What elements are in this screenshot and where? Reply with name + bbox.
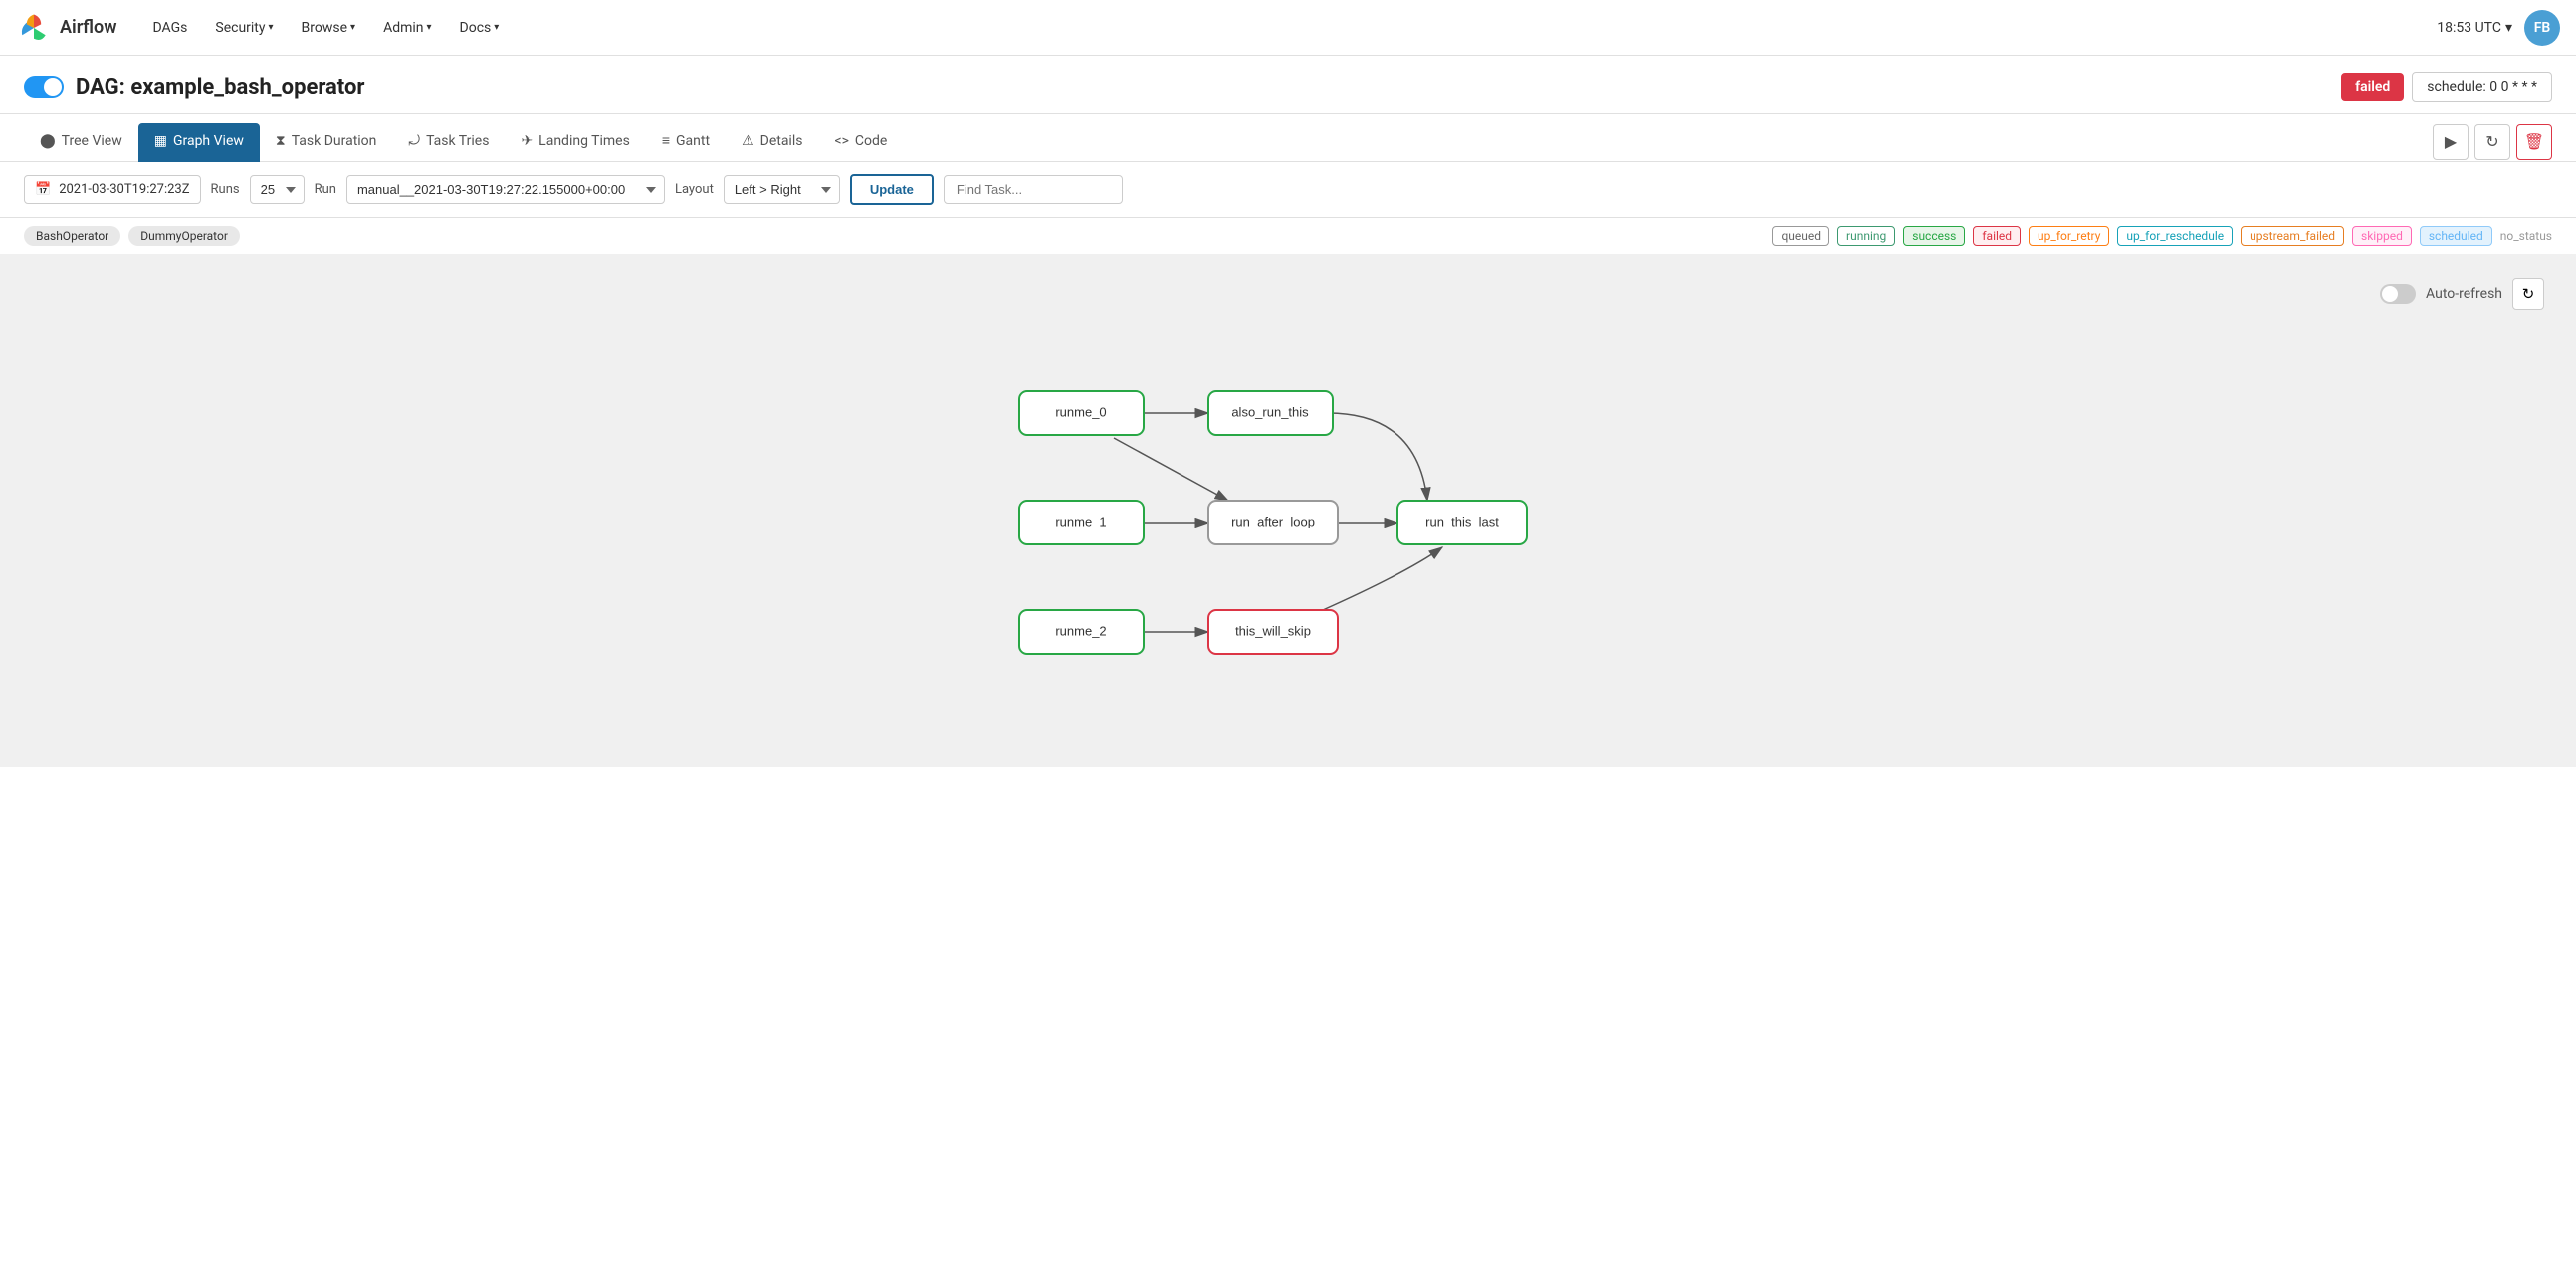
header-right: failed schedule: 0 0 * * * xyxy=(2341,72,2552,102)
layout-select[interactable]: Left > Right Top > Bottom xyxy=(724,175,840,204)
landing-times-icon: ✈ xyxy=(521,133,533,149)
node-run-after-loop-label: run_after_loop xyxy=(1231,514,1315,528)
details-icon: ⚠ xyxy=(742,133,754,149)
schedule-badge: schedule: 0 0 * * * xyxy=(2412,72,2552,102)
gantt-icon: ≡ xyxy=(662,132,670,149)
node-runme-2-label: runme_2 xyxy=(1055,623,1106,638)
status-no-status: no_status xyxy=(2500,229,2552,243)
graph-area: Auto-refresh ↻ xyxy=(0,254,2576,767)
status-upstream-failed: upstream_failed xyxy=(2241,226,2344,246)
task-duration-icon: ⧗ xyxy=(276,133,286,149)
app-title: Airflow xyxy=(60,17,117,38)
tab-gantt[interactable]: ≡ Gantt xyxy=(646,122,726,162)
status-running: running xyxy=(1837,226,1895,246)
nav-browse[interactable]: Browse ▾ xyxy=(290,12,368,44)
node-runme-1-label: runme_1 xyxy=(1055,514,1106,528)
failed-status-badge: failed xyxy=(2341,73,2404,101)
toolbar: 📅 2021-03-30T19:27:23Z Runs 25 5 10 50 R… xyxy=(0,162,2576,218)
tab-landing-times[interactable]: ✈ Landing Times xyxy=(505,123,645,162)
browse-chevron-icon: ▾ xyxy=(350,22,355,33)
layout-label: Layout xyxy=(675,182,714,197)
date-picker[interactable]: 📅 2021-03-30T19:27:23Z xyxy=(24,175,201,204)
dag-toggle[interactable] xyxy=(24,76,64,98)
time-chevron-icon: ▾ xyxy=(2505,20,2512,36)
tabs-bar: ⬤ Tree View ▦ Graph View ⧗ Task Duration… xyxy=(0,114,2576,162)
status-scheduled: scheduled xyxy=(2420,226,2492,246)
tree-view-icon: ⬤ xyxy=(40,133,56,149)
task-tries-icon: ⤾ xyxy=(408,133,420,149)
edge-also-run-this-run-this-last xyxy=(1328,413,1427,501)
edge-this-will-skip-run-this-last xyxy=(1323,547,1442,610)
status-skipped: skipped xyxy=(2352,226,2412,246)
refresh-button[interactable]: ↻ xyxy=(2474,124,2510,160)
tab-tree-view[interactable]: ⬤ Tree View xyxy=(24,123,138,162)
dag-svg: runme_0 also_run_this runme_1 run_after_… xyxy=(950,333,1626,712)
node-also-run-this-label: also_run_this xyxy=(1231,404,1309,419)
tab-task-tries[interactable]: ⤾ Task Tries xyxy=(392,123,505,162)
dag-graph: runme_0 also_run_this runme_1 run_after_… xyxy=(16,314,2560,751)
status-success: success xyxy=(1903,226,1965,246)
brand-logo[interactable]: Airflow xyxy=(16,10,117,46)
airflow-logo-icon xyxy=(16,10,52,46)
auto-refresh-label: Auto-refresh xyxy=(2426,286,2502,302)
run-button[interactable]: ▶ xyxy=(2433,124,2469,160)
node-run-this-last-label: run_this_last xyxy=(1425,514,1499,528)
calendar-icon: 📅 xyxy=(35,182,51,197)
code-icon: <> xyxy=(834,133,848,149)
legend-row: BashOperator DummyOperator queued runnin… xyxy=(0,218,2576,254)
navbar-right: 18:53 UTC ▾ FB xyxy=(2437,10,2560,46)
navbar: Airflow DAGs Security ▾ Browse ▾ Admin ▾… xyxy=(0,0,2576,56)
operator-dummy: DummyOperator xyxy=(128,226,240,246)
status-up-for-reschedule: up_for_reschedule xyxy=(2117,226,2233,246)
security-chevron-icon: ▾ xyxy=(269,22,274,33)
graph-refresh-button[interactable]: ↻ xyxy=(2512,278,2544,310)
update-button[interactable]: Update xyxy=(850,174,934,205)
run-select[interactable]: manual__2021-03-30T19:27:22.155000+00:00 xyxy=(346,175,665,204)
node-this-will-skip-label: this_will_skip xyxy=(1235,623,1311,638)
runs-label: Runs xyxy=(211,182,240,197)
operator-bash: BashOperator xyxy=(24,226,120,246)
delete-button[interactable]: 🗑 xyxy=(2516,124,2552,160)
tab-task-duration[interactable]: ⧗ Task Duration xyxy=(260,123,393,162)
tab-code[interactable]: <> Code xyxy=(818,123,903,162)
page-header: DAG: example_bash_operator failed schedu… xyxy=(0,56,2576,114)
nav-docs[interactable]: Docs ▾ xyxy=(448,12,512,44)
runs-select[interactable]: 25 5 10 50 xyxy=(250,175,305,204)
run-label: Run xyxy=(315,182,336,197)
node-runme-0-label: runme_0 xyxy=(1055,404,1106,419)
auto-refresh-row: Auto-refresh ↻ xyxy=(16,270,2560,314)
nav-links: DAGs Security ▾ Browse ▾ Admin ▾ Docs ▾ xyxy=(141,12,2438,44)
status-queued: queued xyxy=(1772,226,1829,246)
docs-chevron-icon: ▾ xyxy=(494,22,499,33)
tab-actions: ▶ ↻ 🗑 xyxy=(2433,124,2552,160)
auto-refresh-toggle[interactable] xyxy=(2380,284,2416,304)
user-avatar[interactable]: FB xyxy=(2524,10,2560,46)
tab-graph-view[interactable]: ▦ Graph View xyxy=(138,123,260,162)
edge-runme0-run-after-loop xyxy=(1114,438,1228,501)
nav-dags[interactable]: DAGs xyxy=(141,12,200,44)
graph-view-icon: ▦ xyxy=(154,133,167,149)
status-failed: failed xyxy=(1973,226,2021,246)
nav-admin[interactable]: Admin ▾ xyxy=(371,12,443,44)
time-display[interactable]: 18:53 UTC ▾ xyxy=(2437,20,2512,36)
status-up-for-retry: up_for_retry xyxy=(2029,226,2109,246)
nav-security[interactable]: Security ▾ xyxy=(203,12,285,44)
find-task-input[interactable] xyxy=(944,175,1123,204)
admin-chevron-icon: ▾ xyxy=(427,22,432,33)
dag-title: DAG: example_bash_operator xyxy=(76,75,364,100)
tab-details[interactable]: ⚠ Details xyxy=(726,123,818,162)
